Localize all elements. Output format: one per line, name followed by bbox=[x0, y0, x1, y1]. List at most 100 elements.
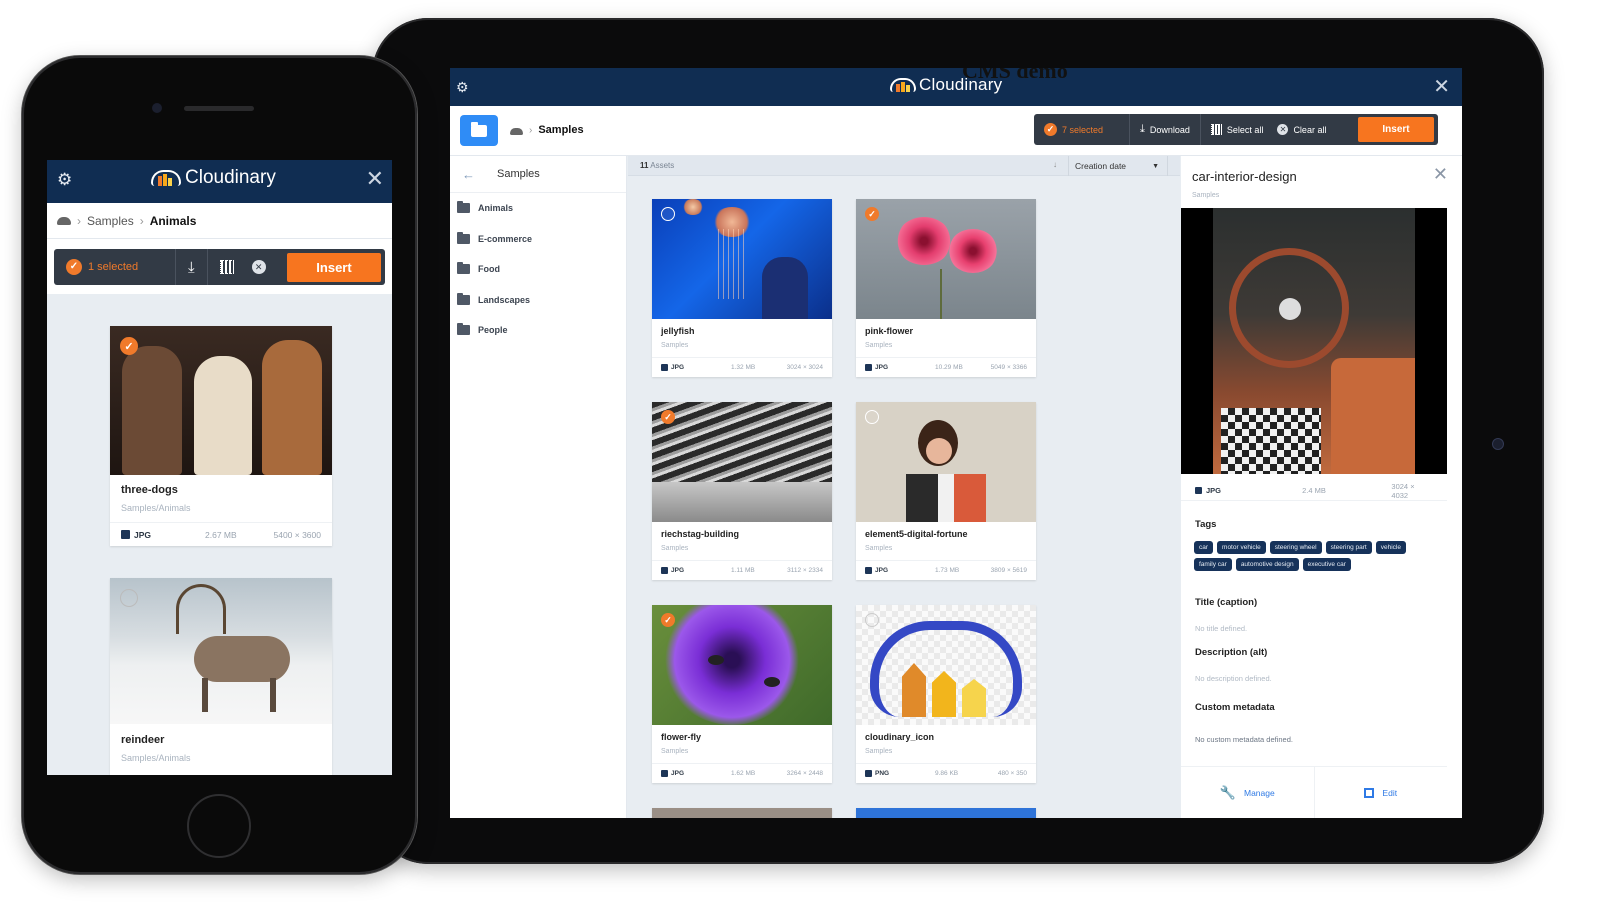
select-checkbox[interactable] bbox=[661, 207, 675, 221]
asset-format: JPG bbox=[134, 529, 152, 540]
breadcrumb: › Samples bbox=[510, 124, 584, 136]
asset-card[interactable] bbox=[652, 808, 832, 818]
back-arrow-icon[interactable]: ← bbox=[462, 167, 475, 182]
tag[interactable]: automotive design bbox=[1235, 558, 1299, 571]
tag[interactable]: steering part bbox=[1325, 541, 1372, 554]
download-button[interactable]: ⤓ bbox=[176, 249, 208, 285]
manage-button[interactable]: 🔧 Manage bbox=[1181, 767, 1315, 818]
gear-icon[interactable]: ⚙ bbox=[456, 79, 469, 96]
select-all-button[interactable] bbox=[208, 249, 246, 285]
asset-meta: JPG 2.67 MB 5400 × 3600 bbox=[110, 522, 332, 546]
asset-thumbnail bbox=[856, 605, 1036, 725]
image-icon bbox=[661, 567, 668, 574]
brand-name: Cloudinary bbox=[185, 167, 276, 188]
close-icon[interactable]: ✕ bbox=[1433, 164, 1448, 185]
tag[interactable]: car bbox=[1194, 541, 1214, 554]
asset-thumbnail bbox=[856, 402, 1036, 522]
asset-card[interactable]: jellyfish Samples JPG 1.32 MB 3024 × 302… bbox=[652, 199, 832, 377]
tag[interactable]: family car bbox=[1194, 558, 1232, 571]
select-checkbox[interactable] bbox=[865, 410, 879, 424]
select-checkbox[interactable] bbox=[120, 589, 138, 607]
asset-folder: Samples bbox=[865, 545, 893, 552]
details-footer: 🔧 Manage Edit bbox=[1181, 766, 1447, 818]
select-checkbox-checked[interactable]: ✓ bbox=[661, 410, 675, 424]
cloud-icon[interactable] bbox=[510, 127, 523, 135]
select-checkbox-checked[interactable]: ✓ bbox=[865, 207, 879, 221]
tag[interactable]: steering wheel bbox=[1269, 541, 1322, 554]
select-checkbox-checked[interactable]: ✓ bbox=[661, 613, 675, 627]
app-header: ⚙ Cloudinary ✕ bbox=[47, 160, 392, 203]
check-icon: ✓ bbox=[1044, 123, 1057, 136]
select-checkbox[interactable] bbox=[865, 613, 879, 627]
tag[interactable]: vehicle bbox=[1375, 541, 1406, 554]
insert-button[interactable]: Insert bbox=[287, 252, 381, 282]
caret-down-icon: ▼ bbox=[1152, 162, 1159, 170]
sort-direction-icon[interactable]: ↓ bbox=[1053, 160, 1057, 169]
image-icon bbox=[865, 364, 872, 371]
tags-heading: Tags bbox=[1195, 519, 1217, 530]
asset-thumbnail bbox=[652, 808, 832, 818]
asset-details-panel: car-interior-design Samples ✕ JPG 2.4 MB… bbox=[1181, 156, 1462, 818]
asset-name: element5-digital-fortune bbox=[865, 529, 968, 539]
custom-metadata-value: No custom metadata defined. bbox=[1195, 735, 1293, 744]
check-icon: ✓ bbox=[66, 259, 82, 275]
chevron-right-icon: › bbox=[529, 124, 533, 136]
clear-all-button[interactable]: ✕ bbox=[246, 249, 272, 285]
details-dimensions: 3024 × 4032 bbox=[1391, 481, 1415, 500]
phone-camera bbox=[152, 103, 162, 113]
download-button[interactable]: ⤓ Download bbox=[1130, 114, 1201, 145]
sidebar-item-landscapes[interactable]: Landscapes bbox=[450, 285, 626, 316]
asset-card[interactable] bbox=[856, 808, 1036, 818]
select-all-icon bbox=[219, 260, 234, 274]
clear-all-button[interactable]: ✕ Clear all bbox=[1273, 114, 1336, 145]
asset-format: JPG bbox=[875, 567, 889, 574]
crop-edit-icon bbox=[1364, 787, 1375, 798]
asset-card[interactable]: element5-digital-fortune Samples JPG 1.7… bbox=[856, 402, 1036, 580]
phone-home-button bbox=[187, 794, 251, 858]
sidebar-item-e-commerce[interactable]: E-commerce bbox=[450, 224, 626, 255]
sidebar-item-food[interactable]: Food bbox=[450, 254, 626, 285]
select-checkbox-checked[interactable]: ✓ bbox=[120, 337, 138, 355]
folder-toggle-button[interactable] bbox=[460, 115, 498, 146]
asset-card[interactable]: ✓ three-dogs Samples/Animals JPG 2.67 MB… bbox=[110, 326, 332, 546]
description-value: No description defined. bbox=[1195, 674, 1272, 683]
gear-icon[interactable]: ⚙ bbox=[57, 170, 72, 190]
select-all-label: Select all bbox=[1226, 124, 1264, 135]
tag[interactable]: executive car bbox=[1302, 558, 1351, 571]
sort-select[interactable]: Creation date ▼ bbox=[1068, 156, 1168, 176]
sidebar-item-label: Animals bbox=[478, 203, 514, 214]
edit-button[interactable]: Edit bbox=[1315, 767, 1448, 818]
breadcrumb: › Samples › Animals bbox=[47, 203, 392, 239]
image-icon bbox=[1195, 487, 1202, 494]
selected-count[interactable]: ✓ 1 selected bbox=[54, 249, 176, 285]
description-heading: Description (alt) bbox=[1195, 647, 1268, 658]
sort-label: Creation date bbox=[1075, 161, 1127, 171]
asset-card[interactable]: reindeer Samples/Animals bbox=[110, 578, 332, 775]
breadcrumb-current: Animals bbox=[149, 213, 197, 228]
asset-card[interactable]: ✓ riechstag-building Samples JPG 1.11 MB… bbox=[652, 402, 832, 580]
asset-meta: JPG 1.62 MB 3264 × 2448 bbox=[652, 763, 832, 783]
cloud-icon[interactable] bbox=[57, 216, 71, 225]
asset-card[interactable]: cloudinary_icon Samples PNG 9.86 KB 480 … bbox=[856, 605, 1036, 783]
breadcrumb-item[interactable]: Samples bbox=[87, 214, 134, 228]
sidebar-item-animals[interactable]: Animals bbox=[450, 193, 626, 224]
insert-button[interactable]: Insert bbox=[1358, 117, 1434, 142]
asset-card[interactable]: ✓ flower-fly Samples JPG 1.62 MB 3264 × … bbox=[652, 605, 832, 783]
asset-meta: PNG 9.86 KB 480 × 350 bbox=[856, 763, 1036, 783]
close-icon[interactable]: ✕ bbox=[1433, 74, 1450, 99]
asset-card[interactable]: ✓ pink-flower Samples JPG 10.29 MB 5049 … bbox=[856, 199, 1036, 377]
asset-size: 1.62 MB bbox=[731, 770, 756, 777]
asset-folder: Samples bbox=[661, 748, 689, 755]
asset-name: riechstag-building bbox=[661, 529, 740, 539]
folder-icon bbox=[471, 121, 487, 137]
select-all-button[interactable]: Select all bbox=[1201, 114, 1274, 145]
asset-name: three-dogs bbox=[121, 484, 178, 496]
close-icon[interactable]: ✕ bbox=[366, 166, 384, 192]
asset-meta: JPG 10.29 MB 5049 × 3366 bbox=[856, 357, 1036, 377]
sidebar-item-people[interactable]: People bbox=[450, 315, 626, 346]
selected-count[interactable]: ✓ 7 selected bbox=[1034, 114, 1130, 145]
brand-logo: Cloudinary bbox=[151, 167, 276, 189]
tag[interactable]: motor vehicle bbox=[1217, 541, 1266, 554]
details-preview-image bbox=[1181, 208, 1447, 474]
asset-meta: JPG 1.73 MB 3809 × 5619 bbox=[856, 560, 1036, 580]
